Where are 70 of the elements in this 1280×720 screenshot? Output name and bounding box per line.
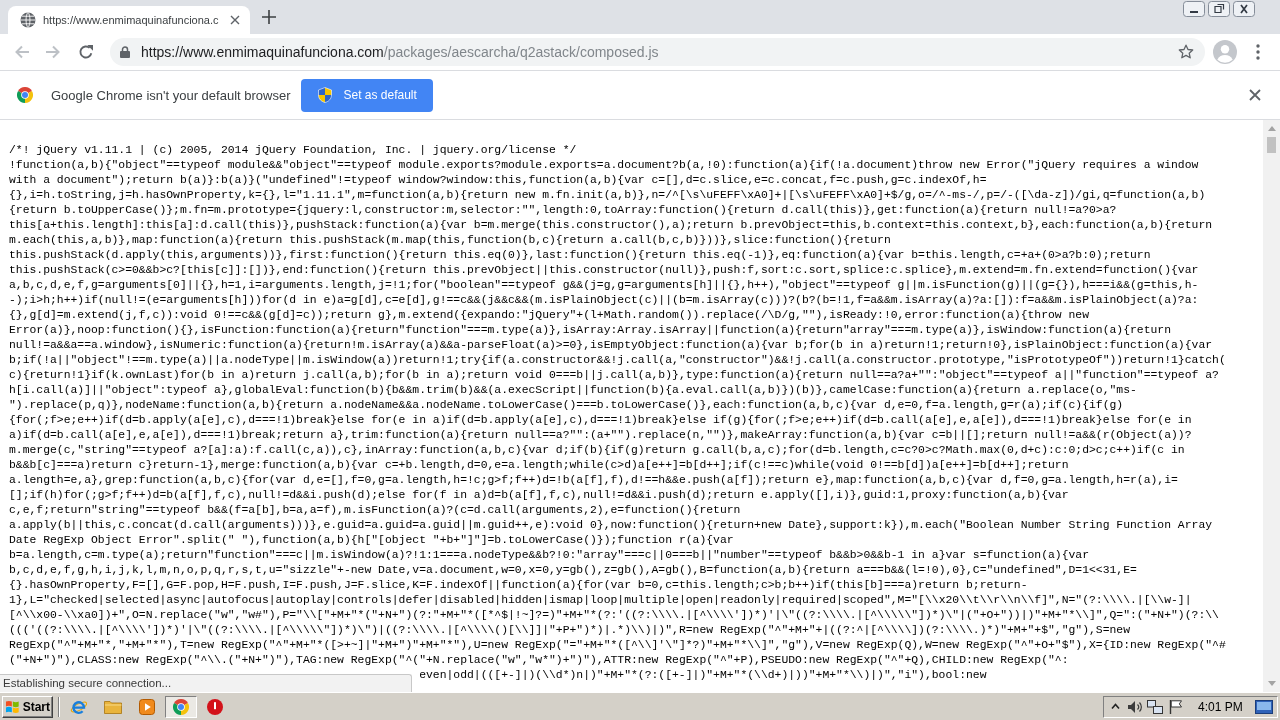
code-line: h[i.call(a)]||"object":typeof a},globalEval:function(b){b&&m.trim(b)&&(a.execScript||function(b){a.eval.call(a,b)})(b)},camelCase:function(a){return a.replace(o,"ms- xyxy=(9,383,1137,398)
code-line: ("+N+")"),CLASS:new RegExp("^\\.("+N+")"),TAG:new RegExp("^("+N.replace("w","w*")+")"),ATTR:new RegExp("^"+P),PSEUDO:new RegExp("^"+Q),CHILD:new RegExp("^: xyxy=(9,653,1069,668)
speaker-icon[interactable] xyxy=(1128,699,1144,714)
stop-circle-icon xyxy=(207,698,223,715)
code-line: with a document");return b(a)}:b(a)}("undefined"!=typeof window?window:this,function(a,b){var c=[],d=c.slice,e=c.concat,f=c.push,g=c.indexOf,h= xyxy=(9,173,987,188)
code-line: m.each(this,a,b)},map:function(a){return this.pushStack(m.map(this,function(b,c){return a.call(b,c,b)}))},slice:function(){return xyxy=(9,233,891,248)
code-line: c){return!1}if(k.ownLast)for(b in a)return j.call(a,b);for(b in a);return void 0===b||j.call(a,b)},type:function(a){return null==a?a+"":"object"==typeof a||"function"==typeof a? xyxy=(9,368,1219,383)
e-logo-icon xyxy=(70,698,88,715)
taskbar-button[interactable] xyxy=(165,695,197,718)
code-line: ((('((?:\\\\.|[^\\\\'])*)'|\"((?:\\\\.|[^\\\\\"])*)\")|((?:\\\\.|[^\\\\()[\\]]|"+P+")*)|.*)\\)|)",R=new RegExp("^"+M+"+|((?:^|[^\\\\])(?:\\\\.)*)"+M+"+$","g"),S=new xyxy=(9,623,1131,638)
scrollbar[interactable] xyxy=(1263,120,1280,692)
star-icon[interactable] xyxy=(1178,44,1194,60)
chevron-up-icon[interactable] xyxy=(1111,703,1120,710)
flag-icon[interactable] xyxy=(1169,699,1182,714)
infobar-message: Google Chrome isn't your default browser xyxy=(51,87,291,103)
code-line: 1},L="checked|selected|async|autofocus|autoplay|controls|defer|disabled|hidden|ismap|loop|multiple|open|readonly|required|scoped",M="[\\x20\\t\\r\\n\\f]",N="(?:\\\\.|[\\w-]| xyxy=(9,593,1192,608)
close-icon[interactable] xyxy=(230,15,240,25)
shield-icon xyxy=(318,87,333,103)
browser-logo-icon xyxy=(173,698,189,715)
code-line: m.merge(c,"string"==typeof a?[a]:a):f.call(c,a)),c},inArray:function(a,b,c){var d;if(b){if(g)return g.call(b,a,c);for(d=b.length,c=c?0>c?Math.max(0,d+c):c:0;d>c;c++)if(c in xyxy=(9,443,1185,458)
close-icon[interactable] xyxy=(1249,89,1261,101)
code-line: a)if(d=b.call(a[e],e,a[e]),d===!1)break;return a},trim:function(a){return null==a?"":(a+"").replace(n,"")},makeArray:function(a,b){var c=b||[];return null!=a&&(r(Object(a))? xyxy=(9,428,1192,443)
code-line: [^\\x00-\\xa0])+",O=N.replace("w","w#"),P="\\["+M+"*("+N+")(?:"+M+"*([*^$|!~]?=)"+M+"*(?:'((?:\\\\.|[^\\\\'])*)'|\"((?:\\\\.|[^\\\\\"])*)\"|("+O+"))|)"+M+"*\\]",Q=":("+N+")(?:\\ xyxy=(9,608,1219,623)
code-line: ").replace(p,q)},nodeName:function(a,b){return a.nodeName&&a.nodeName.toLowerCase()===b.toLowerCase()},each:function(a,b,c){var d,e=0,f=a.length,g=r(a);if(c){if(g) xyxy=(9,398,1124,413)
code-line: {return b.toUpperCase()};m.fn=m.prototype={jquery:l,constructor:m,selector:"",length:0,toArray:function(){return d.call(this)},get:function(a){return null!=a?0>a? xyxy=(9,203,1117,218)
plus-icon[interactable] xyxy=(262,10,276,24)
code-line: a.length=e,a},grep:function(a,b,c){for(var d,e=[],f=0,g=a.length,h=!c;g>f;f++)d=!b(a[f],f),d!==h&&e.push(a[f]);return e},map:function(a,b,c){var d,f=0,g=a.length,h=r(a),i= xyxy=(9,473,1178,488)
code-line: RegExp("^"+M+"*,"+M+"*"),T=new RegExp("^"+M+"*([>+~]|"+M+")"+M+"*"),U=new RegExp("="+M+"*([^\\]'\"]*?)"+M+"*\\]","g"),V=new RegExp(Q),W=new RegExp("^"+O+"$"),X={ID:new RegExp("^# xyxy=(9,638,1226,653)
code-line: a.apply(b||this,c.concat(d.call(arguments)))},e.guid=a.guid=a.guid||m.guid++,e):void 0},now:function(){return+new Date},support:k}),m.each("Boolean Number String Function Array xyxy=(9,518,1213,533)
show-desktop-icon[interactable] xyxy=(1255,699,1273,714)
code-line: {},i=h.toString,j=h.hasOwnProperty,k={},l="1.11.1",m=function(a,b){return new m.fn.init(a,b)},n=/^[\s\uFEFF\xA0]+|[\s\uFEFF\xA0]+$/g,o=/^-ms-/,p=/-([\da-z])/gi,q=function(a,b) xyxy=(9,188,1206,203)
code-line: -);i>h;h++)if(null!=(e=arguments[h]))for(d in e)a=g[d],c=e[d],g!==c&&(j&&c&&(m.isPlainObject(c)||(b=m.isArray(c)))?(b?(b=!1,f=a&&m.isArray(a)?a:[]):f=a&&m.isPlainObject(a)?a: xyxy=(9,293,1199,308)
network-icon[interactable] xyxy=(1147,699,1163,714)
code-line: this.pushStack(d.apply(this,arguments))},first:function(){return this.eq(0)},last:function(){return this.eq(-1)},eq:function(a){var b=this.length,c=+a+(0>a?b:0);return xyxy=(9,248,1151,263)
code-line: even|odd|(([+-]|)(\\d*)n|)"+M+"*(?:([+-]|)"+M+"*(\\d+)|))"+M+"*\\)|)","i"),bool:new xyxy=(419,668,987,683)
code-line: b=a.length,c=m.type(a);return"function"===c||m.isWindow(a)?!1:1===a.nodeType&&b?!0:"array"===c||0===b||"number"==typeof b&&b>0&&b-1 in a}var s=function(a){var xyxy=(9,548,1089,563)
scrollbar-thumb[interactable] xyxy=(1267,137,1276,153)
code-line: {},g[d]=m.extend(j,f,c)):void 0!==c&&(g[d]=c));return g},m.extend({expando:"jQuery"+(l+Math.random()).replace(/\D/g,""),isReady:!0,error:function(a){throw new xyxy=(9,308,1089,323)
code-line: Error(a)},noop:function(){},isFunction:function(a){return"function"===m.type(a)},isArray:Array.isArray||function(a){return"array"===m.type(a)},isWindow:function(a){return xyxy=(9,323,1172,338)
lock-icon[interactable] xyxy=(120,46,130,58)
code-line: this.pushStack(c>=0&&b>c?[this[c]]:[])},end:function(){return this.prevObject||this.constructor(null)},push:f,sort:c.sort,splice:c.splice},m.extend=m.fn.extend=function(){var xyxy=(9,263,1199,278)
code-line: Date RegExp Object Error".split(" "),function(a,b){h["[object "+b+"]"]=b.toLowerCase()});function r(a){var xyxy=(9,533,734,548)
reload-icon[interactable] xyxy=(78,44,94,60)
code-line: {}.hasOwnProperty,F=[],G=F.pop,H=F.push,I=F.push,J=F.slice,K=F.indexOf||function(a){for(var b=0,c=this.length;c>b;b++)if(this[b]===a)return b;return- xyxy=(9,578,1028,593)
browser-tab[interactable]: https://www.enmimaquinafunciona.c xyxy=(8,6,250,34)
code-line: {for(;f>e;e++)if(d=b.apply(a[e],c),d===!1)break}else for(e in a)if(d=b.apply(a[e],c),d===!1)break}else if(g){for(;f>e;e++)if(d=b.call(a[e],e,a[e]),d===!1)break}else for(e in xyxy=(9,413,1192,428)
restore-icon[interactable] xyxy=(1208,1,1230,17)
set-default-button[interactable]: Set as default xyxy=(301,78,433,112)
close-icon[interactable] xyxy=(1233,1,1255,17)
flag-logo-icon xyxy=(5,699,20,714)
code-line: c,e,f;return"string"==typeof b&&(f=a[b],b=a,a=f),m.isFunction(a)?(c=d.call(arguments,2),e=function(){return xyxy=(9,503,741,518)
browser-logo-icon xyxy=(17,87,33,103)
start-button[interactable]: Start xyxy=(2,695,53,718)
code-line: a,b,c,d,e,f,g=arguments[0]||{},h=1,i=arguments.length,j=!1;for("boolean"==typeof g&&(j=g,g=arguments[h]||{},h++),"object"==typeof g||m.isFunction(g)||(g={}),h===i&&(g=this,h- xyxy=(9,278,1199,293)
minimize-icon[interactable] xyxy=(1183,1,1205,17)
globe-icon xyxy=(20,12,36,28)
code-line: b&&b[c]===a)return c}return-1},merge:function(a,b){var c=+b.length,d=0,e=a.length;while(c>d)a[e++]=b[d++];if(c!==c)while(void 0!==b[d])a[e++]=b[d++];return xyxy=(9,458,1069,473)
folder-icon xyxy=(104,699,122,714)
code-line: b,c,d,e,f,g,h,i,j,k,l,m,n,o,p,q,r,s,t,u="sizzle"+-new Date,v=a.document,w=0,x=0,y=gb(),z=gb(),A=gb(),B=function(a,b){return a===b&&(l=!0),0},C="undefined",D=1<<31,E= xyxy=(9,563,1137,578)
code-line: this[a+this.length]:this[a]:d.call(this)},pushStack:function(a){var b=m.merge(this.constructor(),a);return b.prevObject=this,b.context=this.context,b},each:function(a,b){return xyxy=(9,218,1213,233)
address-field[interactable]: https://www.enmimaquinafunciona.com/packages/aescarcha/q2astack/composed.js xyxy=(110,38,1205,66)
status-bubble: Establishing secure connection... xyxy=(0,674,412,692)
code-line: [];if(h)for(;g>f;f++)d=b(a[f],f,c),null!=d&&i.push(d);else for(f in a)d=b(a[f],f,c),null!=d&&i.push(d);return e.apply([],i)},guid:1,proxy:function(a,b){var xyxy=(9,488,1069,503)
code-line: /*! jQuery v1.11.1 | (c) 2005, 2014 jQuery Foundation, Inc. | jquery.org/license */ xyxy=(9,143,577,158)
clock-text[interactable]: 4:01 PM xyxy=(1198,699,1243,714)
play-icon xyxy=(139,698,155,715)
code-line: !function(a,b){"object"==typeof module&&"object"==typeof module.exports?module.exports=a.document?b(a,!0):function(a){if(!a.document)throw new Error("jQuery requires a window xyxy=(9,158,1199,173)
code-line: null!=a&&a==a.window},isNumeric:function(a){return!m.isArray(a)&&a-parseFloat(a)>=0},isEmptyObject:function(a){var b;for(b in a)return!1;return!0},isPlainObject:function(a){var xyxy=(9,338,1213,353)
code-line: b;if(!a||"object"!==m.type(a)||a.nodeType||m.isWindow(a))return!1;try{if(a.constructor&&!j.call(a,"constructor")&&!j.call(a.constructor.prototype,"isPrototypeOf"))return!1}catch( xyxy=(9,353,1226,368)
menu-icon[interactable] xyxy=(1256,44,1260,60)
